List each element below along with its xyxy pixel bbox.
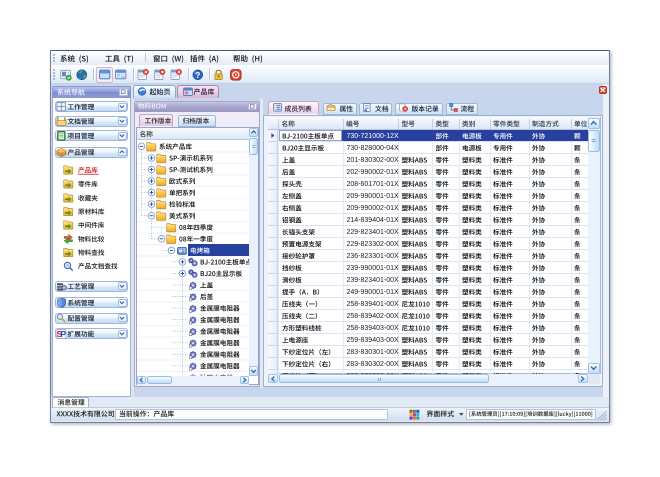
svg-text:P: P xyxy=(60,329,66,339)
svg-text:?: ? xyxy=(195,70,200,80)
